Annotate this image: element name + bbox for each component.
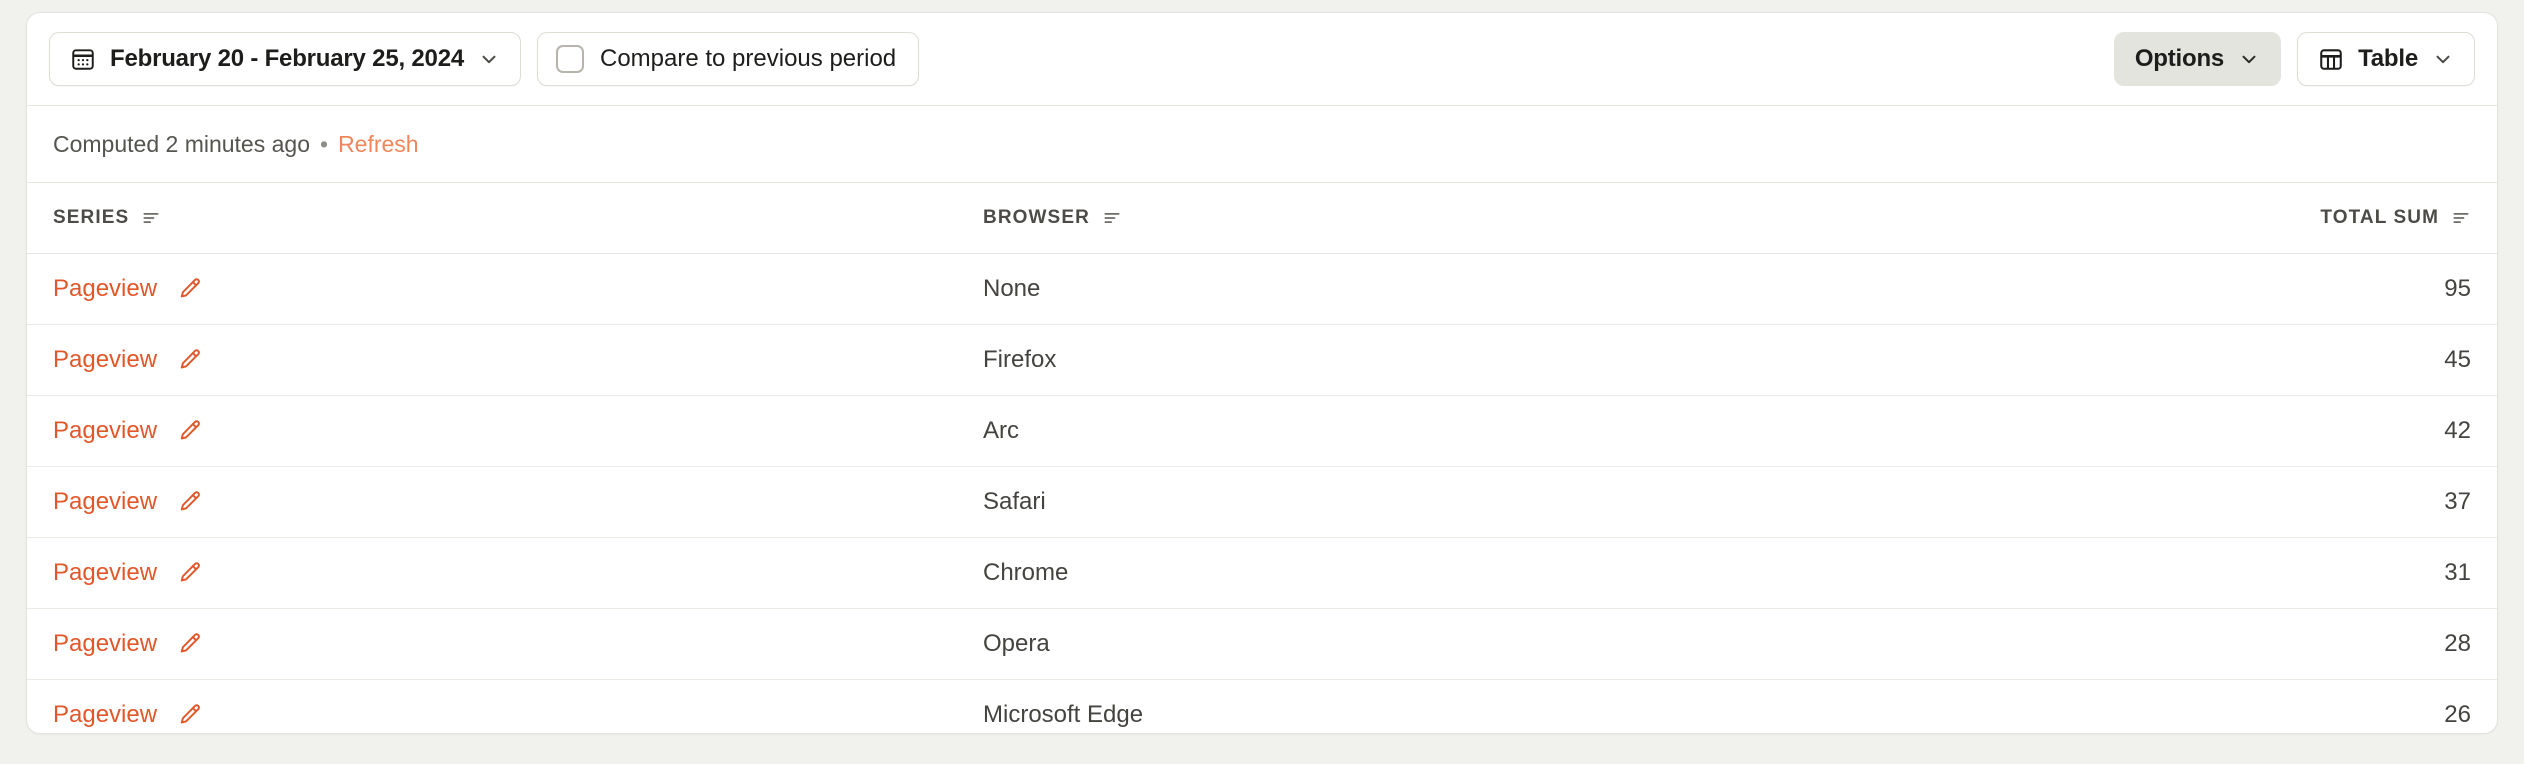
table-header-row: SERIES BROWSER TOTAL SUM: [27, 183, 2497, 254]
results-table: SERIES BROWSER TOTAL SUM Pageview None 9…: [27, 183, 2497, 733]
column-header-browser-label: BROWSER: [983, 206, 1090, 228]
cell-browser: Firefox: [957, 324, 2037, 396]
cell-total-sum: 42: [2037, 395, 2497, 467]
table-row: Pageview Arc 42: [27, 395, 2497, 467]
table-row: Pageview Safari 37: [27, 466, 2497, 538]
table-icon: [2318, 46, 2344, 72]
cell-browser: Arc: [957, 395, 2037, 467]
chevron-down-icon: [2432, 48, 2454, 70]
pencil-icon[interactable]: [177, 276, 203, 302]
sort-icon[interactable]: [1102, 208, 1122, 228]
view-type-label: Table: [2358, 45, 2418, 72]
table-row: Pageview Chrome 31: [27, 537, 2497, 609]
series-link[interactable]: Pageview: [53, 488, 157, 516]
series-link[interactable]: Pageview: [53, 559, 157, 587]
pencil-icon[interactable]: [177, 418, 203, 444]
view-type-selector[interactable]: Table: [2297, 32, 2475, 86]
cell-browser: Opera: [957, 608, 2037, 680]
compare-to-previous-period-toggle[interactable]: Compare to previous period: [537, 32, 920, 86]
pencil-icon[interactable]: [177, 347, 203, 373]
cell-total-sum: 37: [2037, 466, 2497, 538]
analytics-page: February 20 - February 25, 2024 Compare …: [0, 0, 2524, 764]
cell-browser: Microsoft Edge: [983, 700, 1144, 728]
computed-timestamp: Computed 2 minutes ago: [53, 130, 310, 157]
series-link[interactable]: Pageview: [53, 630, 157, 658]
series-link[interactable]: Pageview: [53, 346, 157, 374]
series-link[interactable]: Pageview: [53, 275, 157, 303]
toolbar-right-group: Options Table: [2113, 32, 2475, 86]
options-button[interactable]: Options: [2113, 32, 2282, 86]
column-header-series-label: SERIES: [53, 206, 130, 228]
cell-browser: None: [957, 253, 2037, 325]
pencil-icon[interactable]: [177, 631, 203, 657]
cell-series: Pageview: [27, 395, 957, 467]
calendar-icon: [70, 46, 96, 72]
cell-total-sum: 26: [2444, 700, 2471, 728]
pencil-icon[interactable]: [177, 560, 203, 586]
compare-checkbox[interactable]: [556, 45, 584, 73]
cell-browser: Safari: [957, 466, 2037, 538]
series-link[interactable]: Pageview: [53, 417, 157, 445]
table-body: Pageview None 95 Pageview Firefox 45 Pageview A…: [27, 253, 2497, 733]
options-label: Options: [2134, 45, 2225, 72]
status-separator: •: [320, 130, 329, 157]
pencil-icon[interactable]: [177, 702, 203, 728]
compare-label: Compare to previous period: [600, 45, 897, 72]
column-header-browser[interactable]: BROWSER: [957, 183, 2037, 254]
toolbar: February 20 - February 25, 2024 Compare …: [27, 13, 2497, 106]
column-header-total-sum-label: TOTAL SUM: [2320, 206, 2439, 228]
table-row: Pageview Opera 28: [27, 608, 2497, 680]
cell-series: Pageview: [27, 537, 957, 609]
sort-icon[interactable]: [2451, 208, 2471, 228]
cell-series: Pageview: [27, 253, 957, 325]
cell-series: Pageview: [27, 324, 957, 396]
column-header-total-sum[interactable]: TOTAL SUM: [2037, 183, 2497, 254]
pencil-icon[interactable]: [177, 489, 203, 515]
table-row: Pageview Microsoft Edge 26: [27, 679, 2497, 733]
refresh-button[interactable]: Refresh: [338, 131, 419, 158]
chevron-down-icon: [2238, 48, 2260, 70]
series-link[interactable]: Pageview: [53, 701, 157, 729]
date-range-picker[interactable]: February 20 - February 25, 2024: [49, 32, 521, 86]
table-header: SERIES BROWSER TOTAL SUM: [27, 183, 2497, 254]
cell-total-sum: 31: [2037, 537, 2497, 609]
report-card: February 20 - February 25, 2024 Compare …: [26, 12, 2498, 734]
cell-series: Pageview: [27, 466, 957, 538]
cell-total-sum: 95: [2037, 253, 2497, 325]
computed-status-bar: Computed 2 minutes ago • Refresh: [27, 106, 2497, 183]
cell-total-sum: 45: [2037, 324, 2497, 396]
column-header-series[interactable]: SERIES: [27, 183, 957, 254]
cell-series: Pageview: [27, 679, 957, 733]
toolbar-left-group: February 20 - February 25, 2024 Compare …: [49, 32, 920, 86]
table-row: Pageview Firefox 45: [27, 324, 2497, 396]
cell-series: Pageview: [27, 608, 957, 680]
chevron-down-icon: [478, 48, 500, 70]
date-range-label: February 20 - February 25, 2024: [110, 45, 464, 72]
table-row: Pageview None 95: [27, 253, 2497, 325]
sort-icon[interactable]: [141, 208, 161, 228]
cell-total-sum: 28: [2037, 608, 2497, 680]
cell-browser: Chrome: [957, 537, 2037, 609]
